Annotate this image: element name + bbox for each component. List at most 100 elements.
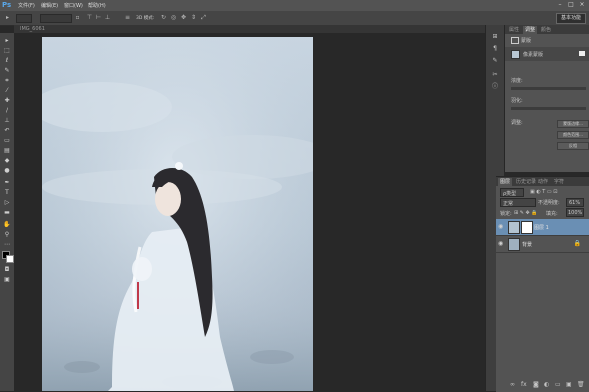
fill-value: 100% (568, 210, 583, 216)
fx-icon[interactable]: fx (521, 381, 527, 388)
options-bar: ▸ ▫ ⊤ ⊢ ⊥ ≡ 3D 模式: ↻ ◎ ✥ ⇕ ⤢ 基本功能 (0, 11, 589, 26)
tools-panel: ▸ ⬚ ℓ ✎ ⌗ ⁄ ✚ ∕ ⊥ ↶ ▭ ▤ ◆ ● ✒ T ▷ ▬ ✋ ⚲ … (0, 33, 14, 391)
align-bottom-icon[interactable]: ⊥ (104, 14, 111, 21)
history-panel-icon[interactable]: ⊞ (491, 33, 499, 41)
tab-history[interactable]: 历史记录 (514, 178, 538, 186)
maximize-icon[interactable]: □ (567, 1, 575, 9)
invert-button[interactable]: 反相 (557, 142, 589, 150)
layer-row-background[interactable]: ◉ 背景 🔒 (496, 236, 589, 253)
eraser-tool-icon[interactable]: ▭ (3, 137, 11, 144)
link-icon[interactable]: ∞ (510, 381, 515, 388)
menu-help[interactable]: 帮助(H) (88, 2, 106, 9)
adjust-label: 调整: (511, 120, 523, 126)
marquee-tool-icon[interactable]: ⬚ (3, 47, 11, 54)
add-mask-icon[interactable] (579, 51, 585, 56)
new-layer-icon[interactable]: ▣ (566, 381, 572, 388)
eyedropper-tool-icon[interactable]: ⁄ (3, 87, 11, 94)
tab-character[interactable]: 字符 (552, 178, 566, 186)
3d-roll-icon[interactable]: ◎ (170, 14, 177, 21)
visibility-eye-icon[interactable]: ◉ (498, 223, 503, 230)
gradient-tool-icon[interactable]: ▤ (3, 147, 11, 154)
fill-input[interactable]: 100% (566, 208, 584, 217)
mask-thumbnail (511, 50, 520, 59)
layer-thumbnail (508, 221, 520, 234)
background-color-swatch[interactable] (6, 255, 14, 263)
filter-icons[interactable]: ▣ ◐ T ▭ ⊡ (530, 189, 557, 195)
extra-tool-icon[interactable]: ⋯ (3, 241, 11, 248)
tab-color[interactable]: 颜色 (539, 26, 553, 34)
3d-slide-icon[interactable]: ⇕ (190, 14, 197, 21)
pen-tool-icon[interactable]: ✒ (3, 179, 11, 186)
dodge-tool-icon[interactable]: ● (3, 167, 11, 174)
quick-mask-icon[interactable]: ◘ (3, 266, 11, 273)
trash-icon[interactable]: 🗑 (577, 381, 585, 388)
lasso-tool-icon[interactable]: ℓ (3, 57, 11, 64)
hand-tool-icon[interactable]: ✋ (3, 221, 11, 228)
blend-mode-value: 正常 (503, 201, 514, 207)
clone-stamp-tool-icon[interactable]: ⊥ (3, 117, 11, 124)
healing-brush-tool-icon[interactable]: ✚ (3, 97, 11, 104)
opacity-label: 不透明度: (538, 200, 560, 206)
move-tool-icon[interactable]: ▸ (3, 37, 11, 44)
distribute-icon[interactable]: ≡ (124, 14, 131, 21)
density-label: 浓度: (511, 78, 523, 84)
paragraph-panel-icon[interactable]: ¶ (491, 45, 499, 53)
opacity-input[interactable]: 61% (566, 198, 584, 207)
workspace-selector[interactable]: 基本功能 (556, 13, 586, 24)
document-tab[interactable]: IMG_6061 (14, 25, 485, 33)
menu-edit[interactable]: 编辑(E) (41, 2, 58, 9)
move-tool-preset-icon[interactable]: ▸ (4, 14, 11, 21)
path-select-tool-icon[interactable]: ▷ (3, 199, 11, 206)
tab-adjustments[interactable]: 调整 (523, 26, 538, 34)
close-icon[interactable]: × (578, 1, 586, 9)
align-top-icon[interactable]: ⊤ (86, 14, 93, 21)
minimize-icon[interactable]: – (556, 1, 564, 9)
mask-edge-button[interactable]: 蒙版边缘... (557, 120, 589, 128)
layer-filter-label: ρ类型 (503, 191, 517, 197)
lock-label: 锁定: (500, 211, 512, 217)
brush-tool-icon[interactable]: ∕ (3, 107, 11, 114)
auto-select-dropdown[interactable] (40, 14, 72, 23)
document-canvas[interactable] (42, 37, 313, 391)
history-brush-tool-icon[interactable]: ↶ (3, 127, 11, 134)
density-slider[interactable] (511, 87, 586, 90)
color-range-button[interactable]: 颜色范围... (557, 131, 589, 139)
screen-mode-icon[interactable]: ▣ (3, 276, 11, 283)
mask-icon (511, 37, 519, 44)
menu-file[interactable]: 文件(F) (18, 2, 35, 9)
type-tool-icon[interactable]: T (3, 189, 11, 196)
menu-window[interactable]: 窗口(W) (64, 2, 83, 9)
shape-tool-icon[interactable]: ▬ (3, 209, 11, 216)
3d-pan-icon[interactable]: ✥ (180, 14, 187, 21)
folder-icon[interactable]: ▭ (555, 381, 561, 388)
document-title: IMG_6061 (20, 26, 45, 32)
3d-scale-icon[interactable]: ⤢ (200, 14, 207, 21)
layer-mask-thumbnail[interactable] (521, 221, 533, 234)
3d-rotate-icon[interactable]: ↻ (160, 14, 167, 21)
properties-header: 蒙版 (521, 38, 532, 44)
adjustment-icon[interactable]: ◐ (544, 381, 549, 388)
feather-slider[interactable] (511, 107, 586, 110)
blend-mode-dropdown[interactable]: 正常 (500, 198, 536, 207)
visibility-eye-icon[interactable]: ◉ (498, 240, 503, 247)
auto-select-checkbox[interactable] (16, 14, 32, 23)
tool-presets-icon[interactable]: ✂ (491, 71, 499, 79)
crop-tool-icon[interactable]: ⌗ (3, 77, 11, 84)
tab-layers[interactable]: 图层 (498, 178, 513, 186)
info-panel-icon[interactable]: ⓘ (491, 83, 499, 91)
brush-panel-icon[interactable]: ✎ (491, 57, 499, 65)
quick-select-tool-icon[interactable]: ✎ (3, 67, 11, 74)
mask-icon[interactable]: ◙ (533, 381, 539, 388)
tab-properties[interactable]: 属性 (507, 26, 521, 34)
layer-row-1[interactable]: ◉ 图层 1 (496, 219, 589, 236)
zoom-tool-icon[interactable]: ⚲ (3, 231, 11, 238)
layer-filter-dropdown[interactable]: ρ类型 (500, 188, 524, 197)
blur-tool-icon[interactable]: ◆ (3, 157, 11, 164)
layers-tabs: 图层 历史记录 动作 字符 (496, 177, 589, 186)
tab-actions[interactable]: 动作 (536, 178, 550, 186)
mask-row[interactable]: 像素蒙版 (505, 47, 589, 61)
align-middle-icon[interactable]: ⊢ (95, 14, 102, 21)
transform-controls-icon[interactable]: ▫ (74, 14, 81, 21)
canvas-image (42, 37, 313, 391)
lock-icons[interactable]: ⊞ ✎ ✥ 🔒 (514, 210, 538, 216)
